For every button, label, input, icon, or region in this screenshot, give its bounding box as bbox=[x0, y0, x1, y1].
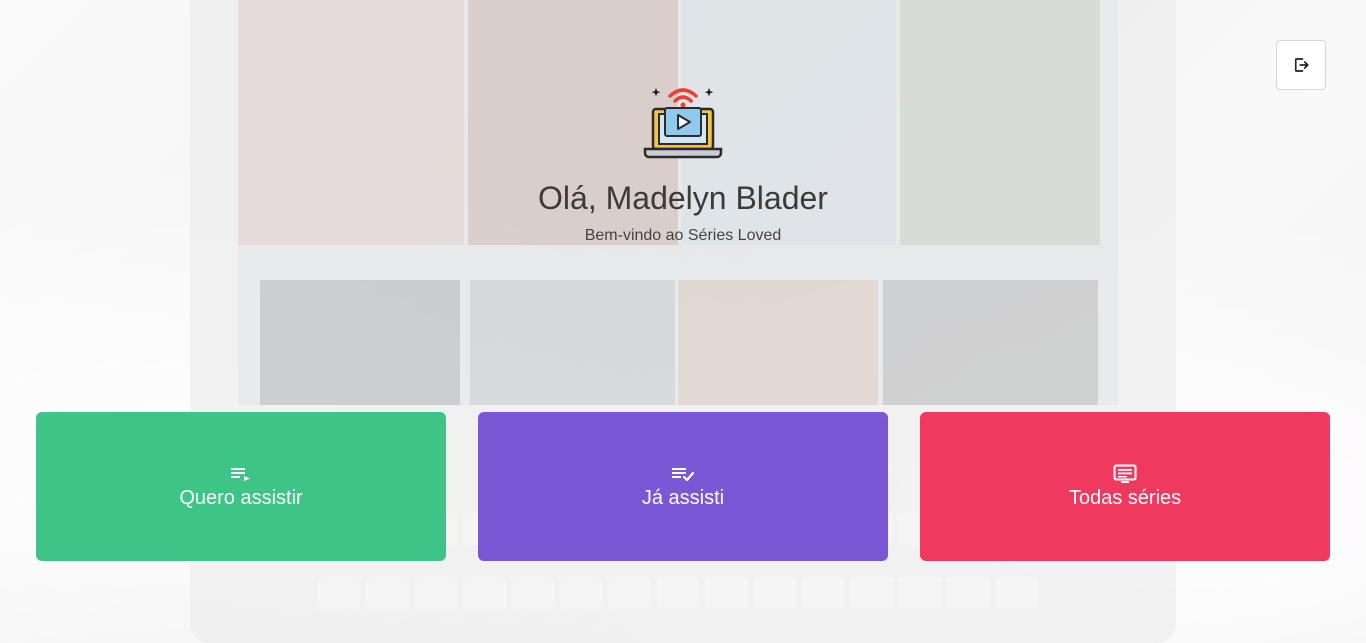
tv-list-icon bbox=[1113, 464, 1137, 483]
welcome-subtitle: Bem-vindo ao Séries Loved bbox=[584, 227, 782, 244]
playlist-check-icon bbox=[672, 468, 695, 482]
all-series-label: Todas séries bbox=[1068, 487, 1182, 509]
already-watched-button[interactable]: Já assisti bbox=[478, 412, 888, 561]
laptop-streaming-icon bbox=[643, 88, 723, 159]
playlist-add-icon bbox=[231, 468, 250, 481]
logout-button[interactable] bbox=[1276, 40, 1326, 90]
want-to-watch-label: Quero assistir bbox=[179, 487, 303, 509]
logout-icon bbox=[1294, 58, 1309, 72]
already-watched-label: Já assisti bbox=[641, 487, 725, 509]
want-to-watch-button[interactable]: Quero assistir bbox=[36, 412, 446, 561]
all-series-button[interactable]: Todas séries bbox=[920, 412, 1330, 561]
page-title: Olá, Madelyn Blader bbox=[538, 180, 828, 216]
